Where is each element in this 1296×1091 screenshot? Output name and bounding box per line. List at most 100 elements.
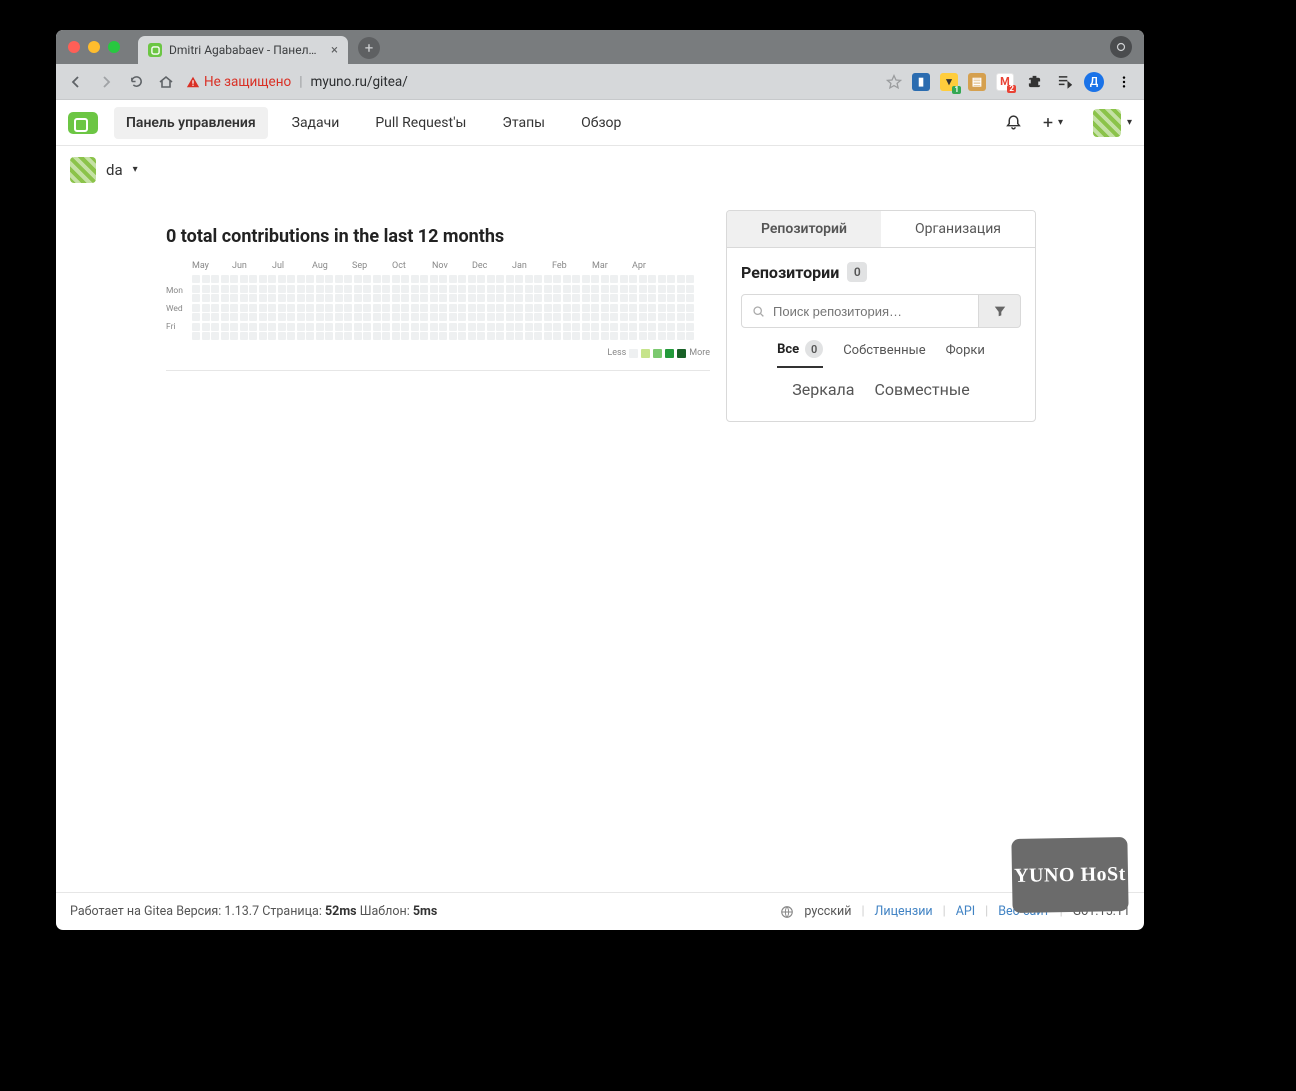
heatmap-cell[interactable] — [572, 304, 580, 312]
heatmap-cell[interactable] — [506, 304, 514, 312]
heatmap-cell[interactable] — [439, 294, 447, 302]
heatmap-cell[interactable] — [373, 304, 381, 312]
heatmap-cell[interactable] — [620, 313, 628, 321]
filter-mirrors[interactable]: Зеркала — [792, 380, 854, 407]
heatmap-cell[interactable] — [534, 332, 542, 340]
heatmap-cell[interactable] — [278, 332, 286, 340]
heatmap-cell[interactable] — [363, 332, 371, 340]
heatmap-cell[interactable] — [430, 304, 438, 312]
heatmap-cell[interactable] — [316, 323, 324, 331]
heatmap-cell[interactable] — [677, 275, 685, 283]
heatmap-cell[interactable] — [458, 275, 466, 283]
heatmap-cell[interactable] — [677, 304, 685, 312]
tab-organization[interactable]: Организация — [881, 211, 1035, 247]
heatmap-cell[interactable] — [411, 313, 419, 321]
heatmap-cell[interactable] — [401, 294, 409, 302]
heatmap-cell[interactable] — [468, 294, 476, 302]
heatmap-cell[interactable] — [287, 304, 295, 312]
heatmap-cell[interactable] — [401, 304, 409, 312]
heatmap-cell[interactable] — [572, 285, 580, 293]
heatmap-cell[interactable] — [601, 285, 609, 293]
kebab-menu-icon[interactable] — [1114, 75, 1134, 89]
heatmap-cell[interactable] — [563, 285, 571, 293]
heatmap-cell[interactable] — [363, 323, 371, 331]
heatmap-cell[interactable] — [363, 304, 371, 312]
heatmap-cell[interactable] — [278, 304, 286, 312]
heatmap-cell[interactable] — [430, 332, 438, 340]
heatmap-cell[interactable] — [420, 332, 428, 340]
heatmap-cell[interactable] — [430, 323, 438, 331]
heatmap-cell[interactable] — [525, 304, 533, 312]
heatmap-cell[interactable] — [458, 294, 466, 302]
heatmap-cell[interactable] — [496, 275, 504, 283]
heatmap-cell[interactable] — [354, 332, 362, 340]
heatmap-cell[interactable] — [620, 294, 628, 302]
heatmap-cell[interactable] — [515, 294, 523, 302]
heatmap-cell[interactable] — [268, 313, 276, 321]
heatmap-cell[interactable] — [553, 313, 561, 321]
heatmap-cell[interactable] — [249, 275, 257, 283]
forward-button[interactable] — [96, 74, 116, 90]
heatmap-cell[interactable] — [420, 285, 428, 293]
back-button[interactable] — [66, 74, 86, 90]
heatmap-cell[interactable] — [658, 323, 666, 331]
heatmap-cell[interactable] — [316, 285, 324, 293]
heatmap-cell[interactable] — [648, 313, 656, 321]
heatmap-cell[interactable] — [382, 313, 390, 321]
heatmap-cell[interactable] — [344, 275, 352, 283]
gmail-icon[interactable]: M2 — [996, 73, 1014, 91]
heatmap-cell[interactable] — [449, 304, 457, 312]
heatmap-cell[interactable] — [677, 332, 685, 340]
heatmap-cell[interactable] — [544, 294, 552, 302]
heatmap-cell[interactable] — [468, 313, 476, 321]
heatmap-cell[interactable] — [648, 332, 656, 340]
heatmap-cell[interactable] — [297, 275, 305, 283]
heatmap-cell[interactable] — [373, 294, 381, 302]
heatmap-cell[interactable] — [620, 304, 628, 312]
nav-explore[interactable]: Обзор — [569, 107, 633, 139]
heatmap-cell[interactable] — [192, 332, 200, 340]
playlist-icon[interactable] — [1054, 74, 1074, 89]
heatmap-cell[interactable] — [325, 332, 333, 340]
heatmap-cell[interactable] — [506, 275, 514, 283]
heatmap-cell[interactable] — [544, 313, 552, 321]
heatmap-cell[interactable] — [240, 294, 248, 302]
heatmap-cell[interactable] — [496, 332, 504, 340]
heatmap-cell[interactable] — [553, 304, 561, 312]
heatmap-cell[interactable] — [249, 313, 257, 321]
yunohost-badge[interactable]: YUNO HoSt — [1011, 837, 1128, 913]
heatmap-cell[interactable] — [667, 285, 675, 293]
heatmap-cell[interactable] — [677, 313, 685, 321]
heatmap-cell[interactable] — [639, 332, 647, 340]
heatmap-cell[interactable] — [306, 323, 314, 331]
heatmap-cell[interactable] — [496, 323, 504, 331]
nav-milestones[interactable]: Этапы — [490, 107, 557, 139]
heatmap-cell[interactable] — [382, 332, 390, 340]
heatmap-cell[interactable] — [268, 294, 276, 302]
heatmap-cell[interactable] — [629, 275, 637, 283]
heatmap-cell[interactable] — [202, 313, 210, 321]
heatmap-cell[interactable] — [249, 285, 257, 293]
heatmap-cell[interactable] — [525, 332, 533, 340]
heatmap-cell[interactable] — [259, 323, 267, 331]
tab-repository[interactable]: Репозиторий — [727, 211, 881, 247]
heatmap-cell[interactable] — [563, 304, 571, 312]
heatmap-cell[interactable] — [487, 285, 495, 293]
nav-issues[interactable]: Задачи — [280, 107, 352, 139]
heatmap-cell[interactable] — [515, 304, 523, 312]
heatmap-cell[interactable] — [667, 304, 675, 312]
heatmap-cell[interactable] — [515, 275, 523, 283]
reload-button[interactable] — [126, 74, 146, 89]
heatmap-cell[interactable] — [620, 323, 628, 331]
heatmap-cell[interactable] — [335, 285, 343, 293]
heatmap-cell[interactable] — [192, 304, 200, 312]
heatmap-cell[interactable] — [259, 313, 267, 321]
heatmap-cell[interactable] — [297, 313, 305, 321]
heatmap-cell[interactable] — [325, 285, 333, 293]
heatmap-cell[interactable] — [667, 294, 675, 302]
heatmap-cell[interactable] — [287, 294, 295, 302]
heatmap-cell[interactable] — [297, 304, 305, 312]
heatmap-cell[interactable] — [401, 285, 409, 293]
heatmap-cell[interactable] — [202, 304, 210, 312]
heatmap-cell[interactable] — [401, 313, 409, 321]
